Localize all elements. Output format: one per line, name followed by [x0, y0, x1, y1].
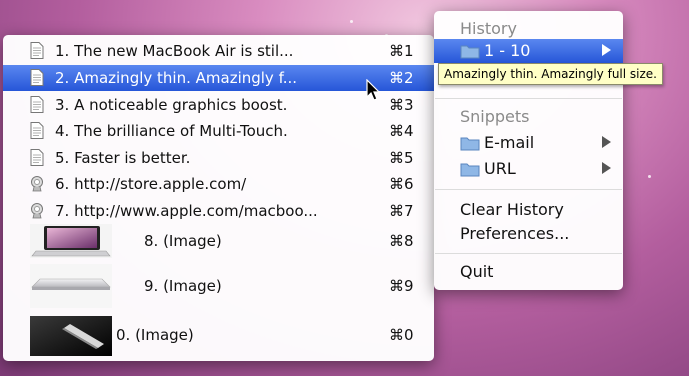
snippets-header: Snippets: [460, 107, 530, 126]
history-item-1[interactable]: 1. The new MacBook Air is stil... ⌘1: [3, 38, 434, 64]
history-item-label: 6. http://store.apple.com/: [55, 175, 247, 193]
quit-item[interactable]: Quit: [434, 260, 623, 284]
folder-icon: [460, 163, 480, 177]
clipboard-tray-menu: History 1 - 10 Snippets E-mail URL Clear…: [434, 11, 623, 290]
submenu-arrow-icon: [602, 44, 611, 56]
history-item-label: 0. (Image): [116, 326, 194, 344]
submenu-arrow-icon: [602, 136, 611, 148]
preferences-item[interactable]: Preferences...: [434, 222, 623, 246]
desktop-sparkle: [350, 20, 353, 23]
separator: [435, 98, 622, 99]
shortcut-label: ⌘9: [389, 277, 414, 295]
desktop-sparkle: [648, 175, 651, 178]
preferences-label: Preferences...: [460, 224, 570, 243]
history-item-label: 2. Amazingly thin. Amazingly f...: [55, 69, 298, 87]
separator: [435, 253, 622, 254]
history-item-4[interactable]: 4. The brilliance of Multi-Touch. ⌘4: [3, 118, 434, 144]
webloc-icon: [31, 203, 43, 219]
folder-icon: [460, 137, 480, 151]
document-icon: [30, 69, 44, 86]
submenu-arrow-icon: [602, 162, 611, 174]
tooltip: Amazingly thin. Amazingly full size.: [438, 63, 663, 85]
shortcut-label: ⌘4: [389, 122, 414, 140]
history-item-8[interactable]: 8. (Image) ⌘8: [3, 223, 434, 259]
shortcut-label: ⌘6: [389, 175, 414, 193]
macbook-open-thumbnail: [30, 224, 112, 258]
separator: [435, 189, 622, 190]
snippet-email-item[interactable]: E-mail: [434, 131, 623, 155]
macbook-closed-thumbnail: [30, 264, 112, 308]
macbook-dark-thumbnail: [30, 316, 112, 356]
shortcut-label: ⌘3: [389, 96, 414, 114]
document-icon: [30, 149, 44, 166]
history-item-0[interactable]: 0. (Image) ⌘0: [3, 315, 434, 357]
shortcut-label: ⌘1: [389, 42, 414, 60]
history-item-7[interactable]: 7. http://www.apple.com/macboo... ⌘7: [3, 198, 434, 224]
shortcut-label: ⌘0: [389, 326, 414, 344]
snippet-url-label: URL: [484, 159, 516, 178]
document-icon: [30, 42, 44, 59]
shortcut-label: ⌘7: [389, 202, 414, 220]
history-item-label: 5. Faster is better.: [55, 149, 191, 167]
history-item-label: 3. A noticeable graphics boost.: [55, 96, 288, 114]
history-item-label: 8. (Image): [144, 232, 222, 250]
quit-label: Quit: [460, 262, 494, 281]
snippet-email-label: E-mail: [484, 133, 535, 152]
history-item-label: 1. The new MacBook Air is stil...: [55, 42, 294, 60]
history-item-9[interactable]: 9. (Image) ⌘9: [3, 264, 434, 310]
document-icon: [30, 122, 44, 139]
webloc-icon: [31, 176, 43, 192]
snippet-url-item[interactable]: URL: [434, 157, 623, 181]
history-item-5[interactable]: 5. Faster is better. ⌘5: [3, 145, 434, 171]
history-item-label: 4. The brilliance of Multi-Touch.: [55, 122, 288, 140]
shortcut-label: ⌘2: [389, 69, 414, 87]
folder-icon: [460, 45, 480, 59]
history-range-item[interactable]: 1 - 10: [434, 39, 623, 63]
document-icon: [30, 96, 44, 113]
history-item-label: 9. (Image): [144, 277, 222, 295]
history-header: History: [460, 19, 517, 38]
arrow-cursor-icon: [366, 79, 380, 101]
clear-history-item[interactable]: Clear History: [434, 198, 623, 222]
history-item-6[interactable]: 6. http://store.apple.com/ ⌘6: [3, 171, 434, 197]
clear-history-label: Clear History: [460, 200, 564, 219]
history-item-label: 7. http://www.apple.com/macboo...: [55, 202, 318, 220]
shortcut-label: ⌘5: [389, 149, 414, 167]
history-range-label: 1 - 10: [484, 41, 531, 60]
shortcut-label: ⌘8: [389, 232, 414, 250]
